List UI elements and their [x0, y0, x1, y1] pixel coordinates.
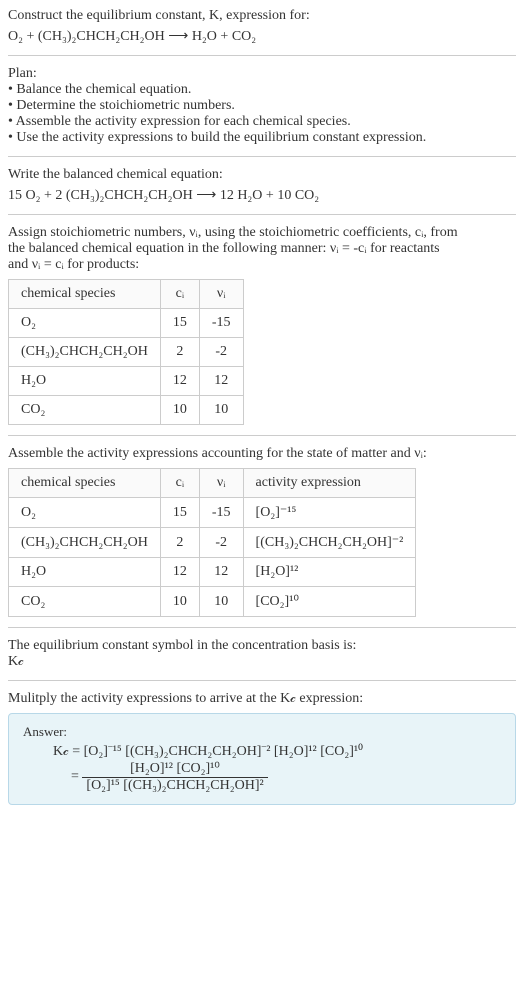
table-cell: [O₂]⁻¹⁵	[243, 498, 416, 528]
fraction-numerator: [H₂O]¹² [CO₂]¹⁰	[82, 760, 267, 778]
table-cell: 15	[160, 498, 199, 528]
eq-prefix: =	[71, 769, 82, 784]
stoich-table: chemical species cᵢ νᵢ O₂ 15 -15 (CH₃)₂C…	[8, 279, 244, 425]
divider	[8, 627, 516, 628]
stoich-heading: the balanced chemical equation in the fo…	[8, 241, 516, 257]
table-header: cᵢ	[160, 469, 199, 498]
table-cell: O₂	[9, 309, 161, 338]
stoich: Assign stoichiometric numbers, νᵢ, using…	[8, 225, 516, 425]
activity-heading: Assemble the activity expressions accoun…	[8, 446, 516, 462]
expr-line2: = [H₂O]¹² [CO₂]¹⁰ [O₂]¹⁵ [(CH₃)₂CHCH₂CH₂…	[71, 760, 501, 794]
table-row: O₂ 15 -15	[9, 309, 244, 338]
final: Mulitply the activity expressions to arr…	[8, 691, 516, 805]
table-row: (CH₃)₂CHCH₂CH₂OH 2 -2 [(CH₃)₂CHCH₂CH₂OH]…	[9, 528, 416, 558]
stoich-heading: and νᵢ = cᵢ for products:	[8, 257, 516, 273]
answer-label: Answer:	[23, 724, 501, 740]
intro-text: Construct the equilibrium constant, K, e…	[8, 8, 516, 24]
symbol-value: K𝒸	[8, 654, 516, 670]
balanced: Write the balanced chemical equation: 15…	[8, 167, 516, 204]
table-cell: (CH₃)₂CHCH₂CH₂OH	[9, 338, 161, 367]
final-heading: Mulitply the activity expressions to arr…	[8, 691, 516, 707]
table-cell: -15	[199, 309, 243, 338]
table-cell: H₂O	[9, 558, 161, 587]
stoich-heading: Assign stoichiometric numbers, νᵢ, using…	[8, 225, 516, 241]
answer-expression: K𝒸 = [O₂]⁻¹⁵ [(CH₃)₂CHCH₂CH₂OH]⁻² [H₂O]¹…	[23, 744, 501, 794]
divider	[8, 680, 516, 681]
balanced-equation: 15 O₂ + 2 (CH₃)₂CHCH₂CH₂OH ⟶ 12 H₂O + 10…	[8, 187, 516, 204]
table-cell: 10	[160, 396, 199, 425]
table-cell: 2	[160, 528, 199, 558]
table-cell: 10	[160, 587, 199, 617]
plan-item: • Use the activity expressions to build …	[8, 130, 516, 146]
table-row: O₂ 15 -15 [O₂]⁻¹⁵	[9, 498, 416, 528]
table-cell: 15	[160, 309, 199, 338]
table-cell: -15	[199, 498, 243, 528]
table-cell: 12	[160, 367, 199, 396]
table-cell: 12	[160, 558, 199, 587]
table-cell: 10	[199, 396, 243, 425]
table-header: νᵢ	[199, 469, 243, 498]
table-row: CO₂ 10 10 [CO₂]¹⁰	[9, 587, 416, 617]
plan-item: • Determine the stoichiometric numbers.	[8, 98, 516, 114]
table-header: νᵢ	[199, 280, 243, 309]
table-row: (CH₃)₂CHCH₂CH₂OH 2 -2	[9, 338, 244, 367]
table-row: H₂O 12 12 [H₂O]¹²	[9, 558, 416, 587]
symbol: The equilibrium constant symbol in the c…	[8, 638, 516, 670]
table-cell: H₂O	[9, 367, 161, 396]
balanced-heading: Write the balanced chemical equation:	[8, 167, 516, 183]
answer-box: Answer: K𝒸 = [O₂]⁻¹⁵ [(CH₃)₂CHCH₂CH₂OH]⁻…	[8, 713, 516, 805]
table-cell: 10	[199, 587, 243, 617]
table-header: chemical species	[9, 469, 161, 498]
symbol-text: The equilibrium constant symbol in the c…	[8, 638, 516, 654]
expr-line1: K𝒸 = [O₂]⁻¹⁵ [(CH₃)₂CHCH₂CH₂OH]⁻² [H₂O]¹…	[53, 744, 501, 760]
table-cell: [CO₂]¹⁰	[243, 587, 416, 617]
divider	[8, 214, 516, 215]
table-cell: CO₂	[9, 396, 161, 425]
table-cell: -2	[199, 528, 243, 558]
activity-table: chemical species cᵢ νᵢ activity expressi…	[8, 468, 416, 617]
intro: Construct the equilibrium constant, K, e…	[8, 8, 516, 45]
table-cell: 12	[199, 367, 243, 396]
table-cell: [(CH₃)₂CHCH₂CH₂OH]⁻²	[243, 528, 416, 558]
plan: Plan: • Balance the chemical equation. •…	[8, 66, 516, 146]
table-header: chemical species	[9, 280, 161, 309]
table-header: cᵢ	[160, 280, 199, 309]
divider	[8, 55, 516, 56]
table-cell: [H₂O]¹²	[243, 558, 416, 587]
activity: Assemble the activity expressions accoun…	[8, 446, 516, 617]
table-row: CO₂ 10 10	[9, 396, 244, 425]
table-cell: (CH₃)₂CHCH₂CH₂OH	[9, 528, 161, 558]
plan-item: • Assemble the activity expression for e…	[8, 114, 516, 130]
table-header: activity expression	[243, 469, 416, 498]
fraction-denominator: [O₂]¹⁵ [(CH₃)₂CHCH₂CH₂OH]²	[82, 778, 267, 794]
divider	[8, 156, 516, 157]
table-row: H₂O 12 12	[9, 367, 244, 396]
fraction: [H₂O]¹² [CO₂]¹⁰ [O₂]¹⁵ [(CH₃)₂CHCH₂CH₂OH…	[82, 760, 267, 794]
table-cell: 12	[199, 558, 243, 587]
divider	[8, 435, 516, 436]
table-cell: -2	[199, 338, 243, 367]
table-cell: CO₂	[9, 587, 161, 617]
intro-equation: O₂ + (CH₃)₂CHCH₂CH₂OH ⟶ H₂O + CO₂	[8, 28, 516, 45]
table-cell: 2	[160, 338, 199, 367]
plan-heading: Plan:	[8, 66, 516, 82]
plan-item: • Balance the chemical equation.	[8, 82, 516, 98]
table-cell: O₂	[9, 498, 161, 528]
